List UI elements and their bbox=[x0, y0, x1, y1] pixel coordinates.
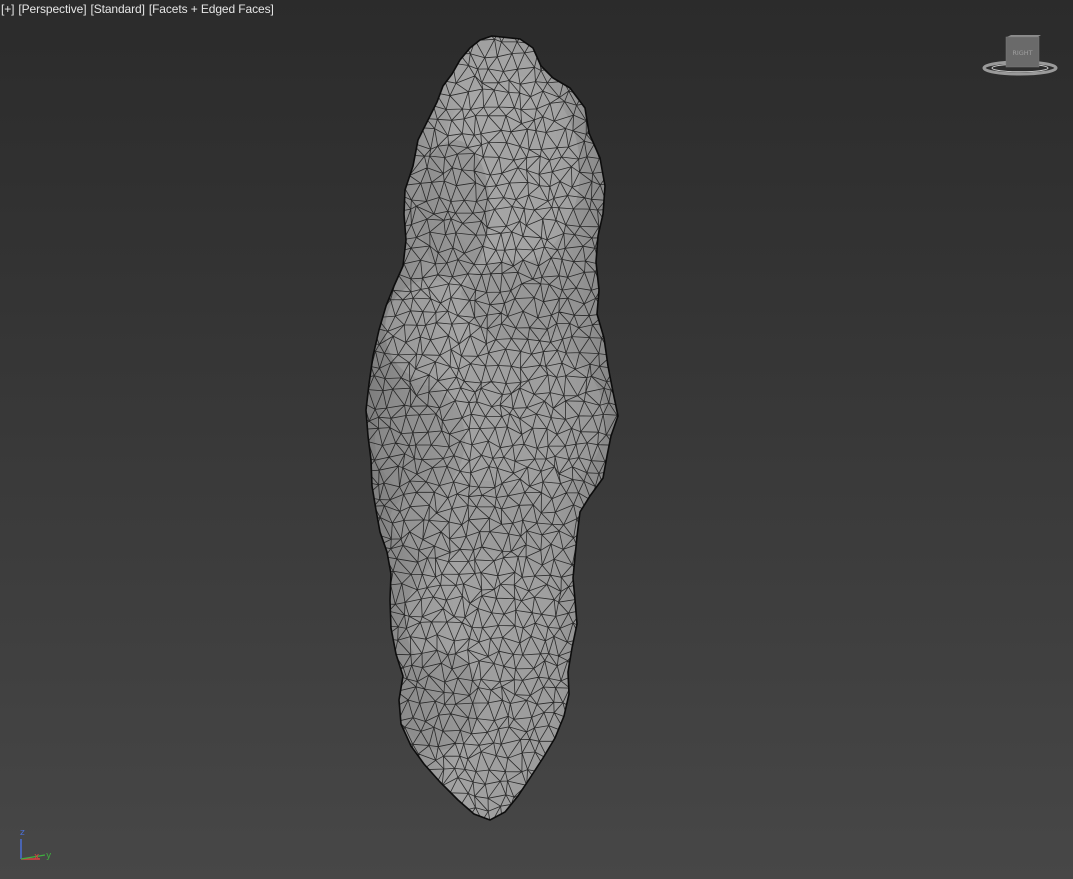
axis-y-label: y bbox=[46, 851, 52, 861]
viewcube-top-face[interactable] bbox=[1007, 35, 1041, 37]
axis-x-label: x bbox=[34, 852, 40, 862]
viewcube-face-label: RIGHT bbox=[1012, 49, 1032, 57]
axis-z-label: z bbox=[20, 828, 25, 838]
perspective-viewport[interactable]: [+] [Perspective] [Standard] [Facets + E… bbox=[0, 0, 1073, 879]
rock-mesh[interactable] bbox=[0, 0, 1073, 879]
axis-tripod: z x y bbox=[20, 828, 52, 862]
viewcube[interactable]: RIGHT bbox=[980, 32, 1060, 80]
